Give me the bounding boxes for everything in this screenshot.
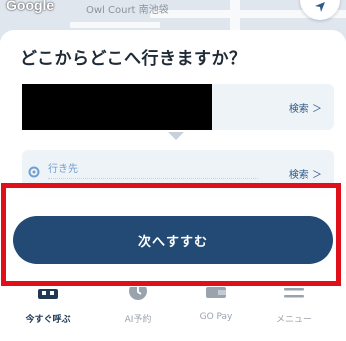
map-place-label: Owl Court 南池袋 [86,5,169,16]
nav-label: 今すぐ呼ぶ [25,315,71,325]
nav-item-call-now[interactable]: 今すぐ呼ぶ [8,287,88,341]
sheet-heading: どこからどこへ行きますか？ [20,49,247,69]
nav-item-ai-reservation[interactable]: AI予約 [98,287,178,341]
location-pin-icon [28,166,40,178]
map-road [70,22,160,28]
wallet-icon [206,287,226,298]
origin-field[interactable]: 検索 ＞ [22,84,334,130]
redacted-origin-address [22,84,212,130]
navigation-arrow-icon [315,2,325,12]
nav-item-menu[interactable]: メニュー [254,287,334,341]
bottom-navigation: 今すぐ呼ぶ AI予約 GO Pay メニュー [0,287,346,341]
destination-search-link[interactable]: 検索 ＞ [289,166,322,181]
route-connector-arrow [168,132,184,140]
menu-icon [284,288,304,298]
clock-icon [129,287,147,300]
google-logo: Google [6,0,55,13]
destination-label: 行き先 [48,164,78,175]
taxi-icon [38,289,58,299]
origin-search-link[interactable]: 検索 ＞ [289,100,322,115]
nav-label: メニュー [275,315,312,325]
next-button[interactable]: 次へすすむ [13,216,333,264]
nav-item-go-pay[interactable]: GO Pay [176,287,256,341]
nav-label: AI予約 [124,315,152,325]
nav-label: GO Pay [199,312,233,322]
